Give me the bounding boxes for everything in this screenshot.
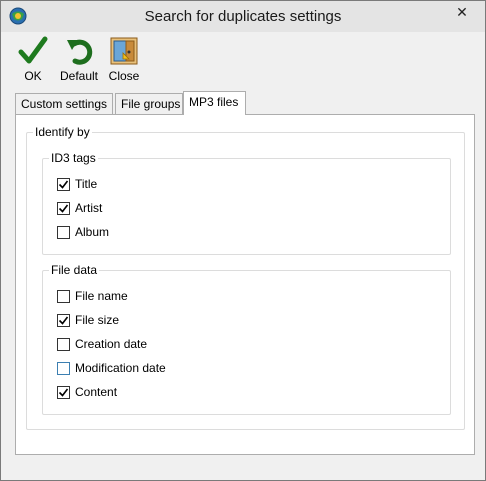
mp3-files-panel: Identify by ID3 tags Title Artist Album … <box>15 114 475 455</box>
checkbox-box[interactable] <box>57 178 70 191</box>
toolbar: OK Default Close <box>1 32 485 89</box>
modification-date-checkbox-label: Modification date <box>75 361 166 375</box>
tab-file-groups[interactable]: File groups <box>115 93 183 114</box>
default-button[interactable]: Default <box>57 36 101 83</box>
title-bar[interactable]: Search for duplicates settings ✕ <box>1 1 485 32</box>
ok-button[interactable]: OK <box>13 36 53 83</box>
checkbox-box[interactable] <box>57 226 70 239</box>
content-checkbox-label: Content <box>75 385 118 399</box>
checkbox-box[interactable] <box>57 290 70 303</box>
identify-by-group: Identify by ID3 tags Title Artist Album … <box>26 125 465 430</box>
file-data-label: File data <box>49 263 100 277</box>
album-checkbox-label: Album <box>75 225 110 239</box>
close-button[interactable]: Close <box>105 36 143 83</box>
checkbox-box[interactable] <box>57 386 70 399</box>
default-label: Default <box>59 69 99 83</box>
exit-door-icon <box>110 37 138 65</box>
file-name-checkbox-label: File name <box>75 289 128 303</box>
tab-custom-settings[interactable]: Custom settings <box>15 93 113 114</box>
creation-date-checkbox-label: Creation date <box>75 337 148 351</box>
file-data-group: File data File name File size Creation d… <box>42 263 451 415</box>
id3-tags-group: ID3 tags Title Artist Album <box>42 151 451 255</box>
settings-window: Search for duplicates settings ✕ OK Defa… <box>0 0 486 481</box>
ok-label: OK <box>24 69 42 83</box>
checkbox-box[interactable] <box>57 338 70 351</box>
undo-arrow-icon <box>67 39 93 65</box>
green-check-icon <box>18 36 48 64</box>
checkbox-box[interactable] <box>57 362 70 375</box>
id3-tags-label: ID3 tags <box>49 151 98 165</box>
title-checkbox-label: Title <box>75 177 98 191</box>
checkbox-box[interactable] <box>57 314 70 327</box>
identify-by-label: Identify by <box>33 125 92 139</box>
window-title: Search for duplicates settings <box>144 8 342 25</box>
window-close-button[interactable]: ✕ <box>447 1 477 23</box>
close-label: Close <box>108 69 140 83</box>
checkbox-box[interactable] <box>57 202 70 215</box>
tab-mp3-files[interactable]: MP3 files <box>183 91 246 115</box>
artist-checkbox-label: Artist <box>75 201 103 215</box>
file-size-checkbox-label: File size <box>75 313 120 327</box>
